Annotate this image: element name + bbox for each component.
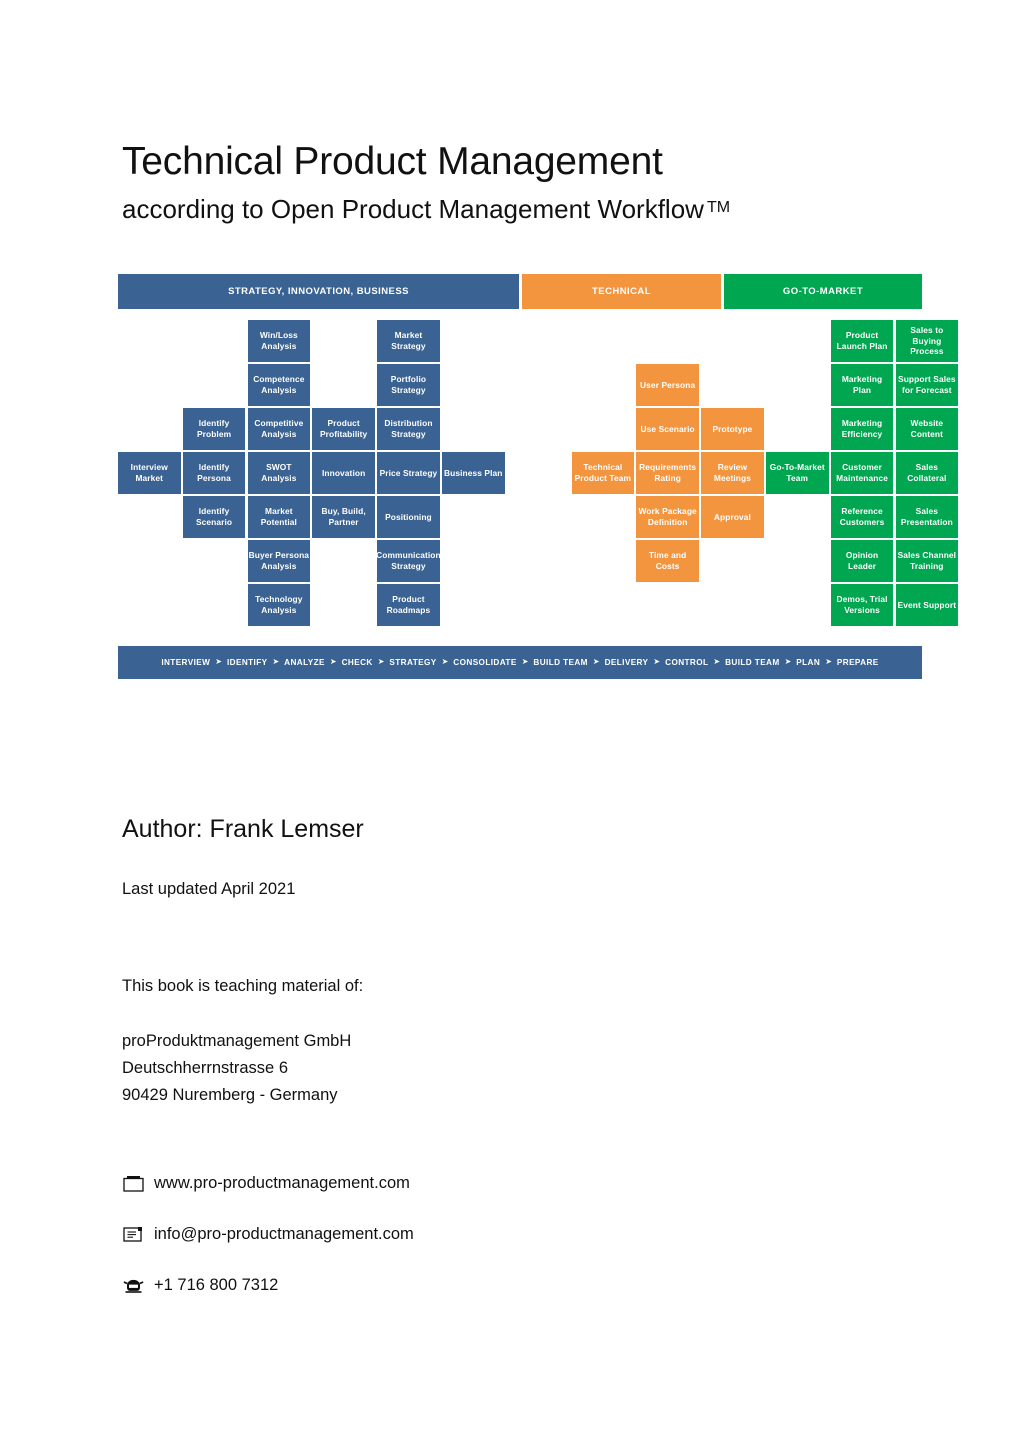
diagram-cell[interactable]: Prototype	[701, 408, 764, 450]
diagram-process-steps: INTERVIEW ➤ IDENTIFY ➤ ANALYZE ➤ CHECK ➤ STRATEG…	[118, 646, 922, 679]
diagram-cell[interactable]: Sales Presentation	[895, 496, 959, 538]
diagram-cell[interactable]: Technical Product Team	[571, 452, 635, 494]
process-step: BUILD TEAM	[725, 658, 780, 667]
last-updated-line: Last updated April 2021	[122, 880, 296, 898]
diagram-cell[interactable]: Review Meetings	[701, 452, 764, 494]
diagram-cell[interactable]: Demos, Trial Versions	[830, 584, 894, 626]
diagram-cell[interactable]: Go-To-Market Team	[766, 452, 829, 494]
contact-list: www.pro-productmanagement.com info@pro-pr…	[122, 1170, 622, 1323]
step-arrow-icon: ➤	[521, 657, 529, 666]
step-arrow-icon: ➤	[825, 657, 832, 666]
diagram-band-green: GO-TO-MARKET	[724, 274, 922, 309]
page-subtitle: according to Open Product Management Wor…	[122, 194, 912, 225]
opm-workflow-diagram: STRATEGY, INNOVATION, BUSINESS TECHNICAL G…	[118, 274, 959, 690]
diagram-cell[interactable]: Product Launch Plan	[830, 320, 894, 362]
diagram-cell[interactable]: SWOT Analysis	[247, 452, 311, 494]
diagram-cell[interactable]: Identify Scenario	[182, 496, 246, 538]
contact-text[interactable]: +1 716 800 7312	[154, 1276, 278, 1295]
diagram-grid: Win/Loss Analysis Market Strategy Product …	[118, 320, 959, 632]
step-arrow-icon: ➤	[653, 657, 661, 666]
diagram-cell[interactable]: User Persona	[636, 364, 699, 406]
diagram-band-blue: STRATEGY, INNOVATION, BUSINESS	[118, 274, 519, 309]
teaching-material-line: This book is teaching material of:	[122, 977, 364, 995]
diagram-cell[interactable]: Marketing Plan	[830, 364, 894, 406]
title-block: Technical Product Management according t…	[122, 140, 912, 225]
phone-icon	[122, 1275, 145, 1295]
process-step: ANALYZE	[284, 658, 325, 667]
process-step: INTERVIEW	[161, 658, 211, 667]
diagram-band-orange: TECHNICAL	[522, 274, 721, 309]
process-step: CONTROL	[665, 658, 709, 667]
diagram-cell[interactable]: Distribution Strategy	[377, 408, 440, 450]
diagram-cell[interactable]: Support Sales for Forecast	[895, 364, 959, 406]
page-title: Technical Product Management	[122, 140, 663, 183]
document-page: Technical Product Management according t…	[0, 0, 1020, 1442]
diagram-cell[interactable]: Market Strategy	[377, 320, 440, 362]
diagram-cell[interactable]: Requirements Rating	[636, 452, 699, 494]
step-arrow-icon: ➤	[713, 657, 721, 666]
step-arrow-icon: ➤	[592, 657, 600, 666]
step-arrow-icon: ➤	[784, 657, 792, 666]
diagram-cell[interactable]: Competitive Analysis	[247, 408, 311, 450]
email-icon	[122, 1224, 145, 1244]
process-step: BUILD TEAM	[533, 658, 588, 667]
diagram-cell[interactable]: Innovation	[312, 452, 375, 494]
contact-text[interactable]: www.pro-productmanagement.com	[154, 1174, 410, 1193]
diagram-cell[interactable]: Work Package Definition	[636, 496, 699, 538]
contact-row[interactable]: info@pro-productmanagement.com	[122, 1221, 622, 1247]
diagram-cell[interactable]: Event Support	[895, 584, 959, 626]
website-icon	[122, 1173, 145, 1193]
diagram-cell[interactable]: Competence Analysis	[247, 364, 311, 406]
diagram-cell[interactable]: Customer Maintenance	[830, 452, 894, 494]
contact-row[interactable]: www.pro-productmanagement.com	[122, 1170, 622, 1196]
diagram-cell[interactable]: Technology Analysis	[247, 584, 311, 626]
step-arrow-icon: ➤	[272, 657, 280, 666]
diagram-cell[interactable]: Opinion Leader	[830, 540, 894, 582]
diagram-band-row: STRATEGY, INNOVATION, BUSINESS TECHNICAL G…	[118, 274, 922, 309]
step-arrow-icon: ➤	[441, 657, 449, 666]
diagram-cell[interactable]: Website Content	[895, 408, 959, 450]
diagram-cell[interactable]: Identify Problem	[182, 408, 246, 450]
diagram-cell[interactable]: Approval	[701, 496, 764, 538]
diagram-cell[interactable]: Marketing Efficiency	[830, 408, 894, 450]
process-step: PLAN	[796, 658, 821, 667]
diagram-cell[interactable]: Identify Persona	[182, 452, 246, 494]
subtitle-text: according to Open Product Management Wor…	[122, 193, 704, 224]
diagram-cell[interactable]: Interview Market	[118, 452, 181, 494]
diagram-cell[interactable]: Portfolio Strategy	[377, 364, 440, 406]
diagram-cell[interactable]: Buy, Build, Partner	[312, 496, 375, 538]
contact-text[interactable]: info@pro-productmanagement.com	[154, 1225, 414, 1244]
process-step: CONSOLIDATE	[453, 658, 517, 667]
company-address: proProduktmanagement GmbH Deutschherrnst…	[122, 1032, 352, 1105]
process-step: DELIVERY	[604, 658, 649, 667]
process-step: CHECK	[341, 658, 373, 667]
diagram-cell[interactable]: Product Roadmaps	[377, 584, 440, 626]
diagram-cell[interactable]: Sales Channel Training	[895, 540, 959, 582]
diagram-cell[interactable]: Buyer Persona Analysis	[247, 540, 311, 582]
diagram-cell[interactable]: Product Profitability	[312, 408, 375, 450]
diagram-cell[interactable]: Time and Costs	[636, 540, 699, 582]
diagram-cell[interactable]: Reference Customers	[830, 496, 894, 538]
diagram-cell[interactable]: Sales to Buying Process	[895, 320, 959, 362]
diagram-cell[interactable]: Business Plan	[442, 452, 505, 494]
contact-row[interactable]: +1 716 800 7312	[122, 1272, 622, 1298]
diagram-cell[interactable]: Positioning	[377, 496, 440, 538]
author-line: Author: Frank Lemser	[122, 815, 364, 843]
diagram-cell[interactable]: Win/Loss Analysis	[247, 320, 311, 362]
step-arrow-icon: ➤	[215, 657, 222, 666]
diagram-cell[interactable]: Price Strategy	[377, 452, 440, 494]
process-step: PREPARE	[836, 658, 879, 667]
process-step: STRATEGY	[389, 658, 437, 667]
diagram-cell[interactable]: Market Potential	[247, 496, 311, 538]
step-arrow-icon: ➤	[377, 657, 385, 666]
trademark-mark: TM	[706, 199, 731, 217]
process-step: IDENTIFY	[226, 658, 268, 667]
step-arrow-icon: ➤	[329, 657, 337, 666]
diagram-cell[interactable]: Communication Strategy	[377, 540, 440, 582]
diagram-cell[interactable]: Use Scenario	[636, 408, 699, 450]
diagram-cell[interactable]: Sales Collateral	[895, 452, 959, 494]
